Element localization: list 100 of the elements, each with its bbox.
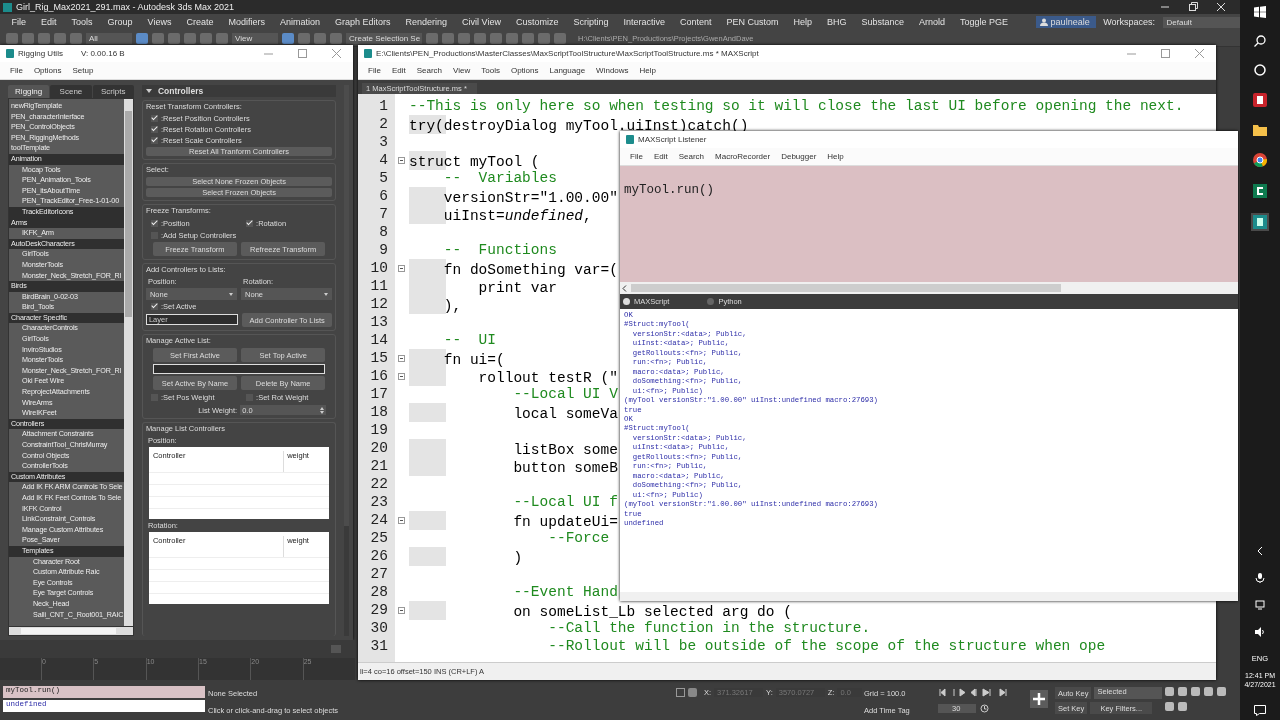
menu-item[interactable]: Animation <box>272 17 328 27</box>
folder-icon[interactable] <box>1253 124 1267 136</box>
checkbox[interactable] <box>150 126 158 133</box>
line-number: 14 <box>369 332 388 348</box>
restore-icon[interactable] <box>1188 2 1198 12</box>
scroll-left-icon[interactable] <box>622 284 627 292</box>
menu-item[interactable]: Arnold <box>911 17 953 27</box>
app-icon[interactable] <box>1253 93 1267 107</box>
line-number: 23 <box>369 494 388 510</box>
menu-item[interactable]: File <box>368 66 381 75</box>
browser-icon[interactable] <box>1253 153 1267 167</box>
scrollbar[interactable] <box>123 99 133 626</box>
menu-item[interactable]: Views <box>140 17 179 27</box>
spinner-arrows-icon[interactable] <box>320 406 325 414</box>
scrollbar[interactable] <box>620 592 1238 601</box>
menu-item[interactable]: Customize <box>508 17 566 27</box>
menu-item[interactable]: Edit <box>33 17 65 27</box>
line-number: 17 <box>369 386 388 402</box>
menu-item[interactable]: Help <box>639 66 656 75</box>
menu-item[interactable]: File <box>630 152 643 161</box>
user-button[interactable]: paulneale <box>1035 16 1096 28</box>
menu-item[interactable]: Search <box>678 152 705 161</box>
checkbox[interactable] <box>150 220 158 227</box>
menu-item[interactable]: Options <box>510 66 539 75</box>
menu-item[interactable]: Interactive <box>615 17 673 27</box>
search-icon[interactable] <box>1254 35 1266 47</box>
line-number: 29 <box>369 602 388 618</box>
line-number: 22 <box>369 476 388 492</box>
checkbox[interactable] <box>246 220 254 227</box>
playback-controls-drawing[interactable] <box>938 688 1008 697</box>
selection-set-field[interactable]: Create Selection Se <box>346 32 422 44</box>
menu-item[interactable]: Create <box>178 17 221 27</box>
checkbox[interactable] <box>150 137 158 144</box>
menu-item[interactable]: Tools <box>481 66 500 75</box>
fold-icon[interactable] <box>398 372 405 380</box>
checkbox[interactable] <box>150 115 158 122</box>
circle-icon[interactable] <box>1254 64 1266 76</box>
menu-item[interactable]: Toggle PGE <box>952 17 1016 27</box>
fold-icon[interactable] <box>398 606 405 614</box>
menu-item[interactable]: File <box>4 17 34 27</box>
name-field[interactable] <box>152 364 326 374</box>
menu-item[interactable]: Help <box>786 17 820 27</box>
menu-item[interactable]: Rendering <box>398 17 455 27</box>
menu-item[interactable]: Language <box>549 66 586 75</box>
network-icon[interactable] <box>1255 600 1265 610</box>
menu-item[interactable]: Debugger <box>781 152 817 161</box>
scrollbar[interactable] <box>620 282 1238 294</box>
menu-item[interactable]: MacroRecorder <box>715 152 771 161</box>
menu-item[interactable]: Search <box>416 66 443 75</box>
menu-item[interactable]: Scripting <box>565 17 616 27</box>
menu-item[interactable]: Edit <box>391 66 406 75</box>
fold-icon[interactable] <box>398 516 405 524</box>
menu-item[interactable]: Windows <box>596 66 629 75</box>
line-number: 12 <box>369 296 388 312</box>
line-number: 10 <box>369 260 388 276</box>
scrollbar[interactable] <box>8 627 134 636</box>
menu-item[interactable]: Substance <box>854 17 912 27</box>
menu-item[interactable]: Setup <box>72 66 94 75</box>
menu-item[interactable]: Edit <box>653 152 668 161</box>
tab[interactable]: Rigging <box>8 85 50 98</box>
time-config-icon[interactable] <box>980 704 989 713</box>
collapse-icon[interactable] <box>145 88 152 94</box>
workspaces-label: Workspaces: <box>1102 17 1156 27</box>
menu-item[interactable]: Modifiers <box>220 17 273 27</box>
fold-icon[interactable] <box>398 156 405 164</box>
tab[interactable]: Scripts <box>92 85 134 98</box>
menu-item[interactable]: Civil View <box>454 17 509 27</box>
view-dropdown[interactable]: View <box>232 32 278 44</box>
fold-icon[interactable] <box>398 264 405 272</box>
menu-item[interactable]: BHG <box>819 17 855 27</box>
add-key-icon[interactable] <box>1030 690 1048 708</box>
window-title: MAXScript Listener <box>638 135 707 144</box>
line-number: 31 <box>369 638 388 654</box>
line-number: 27 <box>369 566 388 582</box>
fold-icon[interactable] <box>398 354 405 362</box>
menu-item[interactable]: Group <box>100 17 141 27</box>
line-number: 5 <box>378 170 388 186</box>
selection-filter-dropdown[interactable]: All <box>86 32 132 44</box>
chevron-icon[interactable] <box>1255 546 1265 556</box>
app-icon[interactable] <box>1253 215 1267 229</box>
workspace-dropdown[interactable]: Default <box>1162 16 1240 28</box>
menu-item[interactable]: Content <box>672 17 719 27</box>
menu-item[interactable]: Tools <box>64 17 101 27</box>
code-line: --Force <box>547 530 610 546</box>
microphone-icon[interactable] <box>1255 573 1265 583</box>
checkbox[interactable] <box>150 303 158 310</box>
menu-item[interactable]: PEN Custom <box>719 17 786 27</box>
code-line: --Call the function in the structure. <box>547 620 871 636</box>
menu-item[interactable]: View <box>453 66 471 75</box>
menu-item[interactable]: Graph Editors <box>327 17 398 27</box>
scrollbar[interactable] <box>331 645 341 653</box>
menu-item[interactable]: Help <box>827 152 844 161</box>
menu-item[interactable]: File <box>10 66 23 75</box>
notification-icon[interactable] <box>1254 705 1266 716</box>
listener-input[interactable]: myTool.run() <box>620 166 1238 282</box>
tab[interactable]: Scene <box>50 85 92 98</box>
app-icon[interactable] <box>1253 184 1267 198</box>
speaker-icon[interactable] <box>1255 627 1265 637</box>
windows-logo-icon[interactable] <box>1254 6 1266 18</box>
menu-item[interactable]: Options <box>33 66 62 75</box>
